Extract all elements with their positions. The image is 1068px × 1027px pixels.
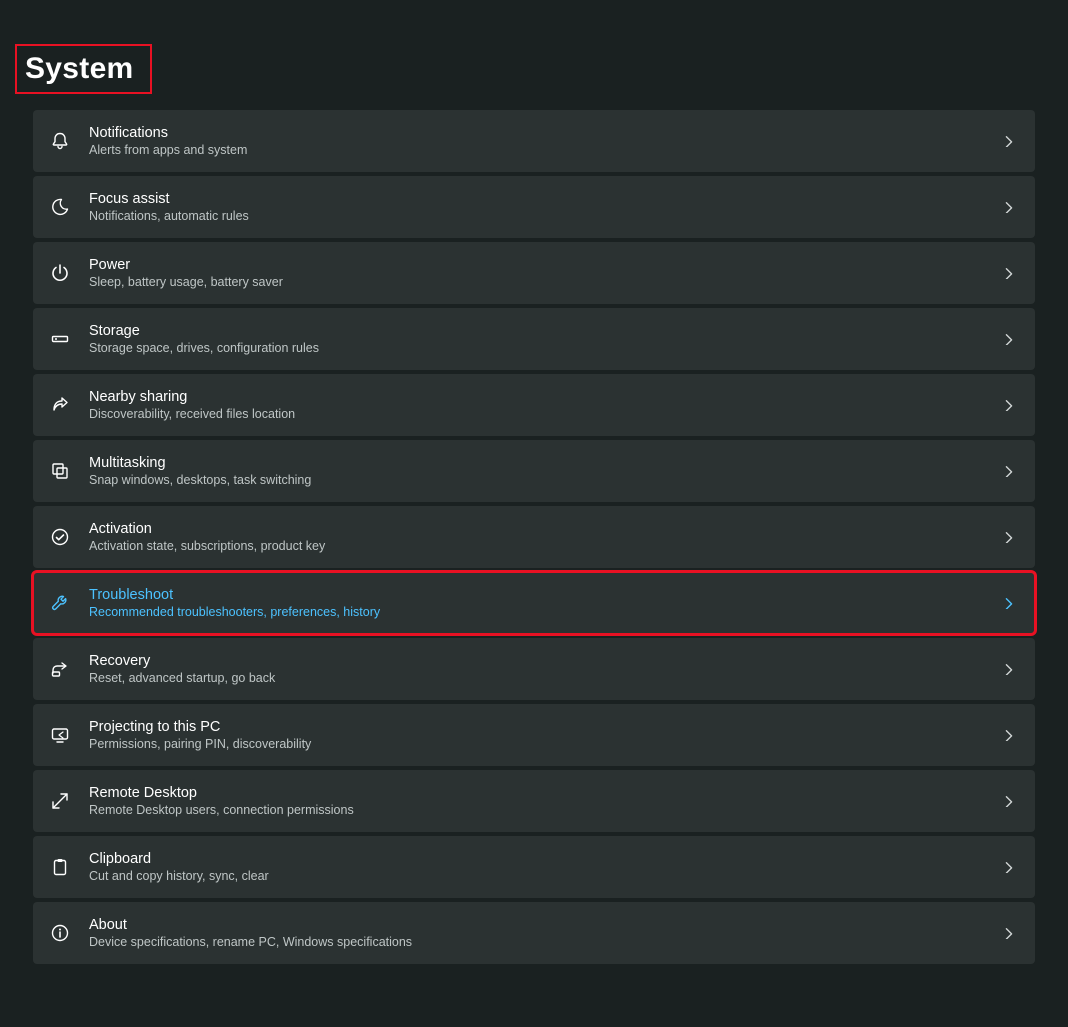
settings-list: Notifications Alerts from apps and system… [33, 110, 1035, 964]
settings-item-title: Remote Desktop [89, 785, 1001, 801]
settings-item-title: Nearby sharing [89, 389, 1001, 405]
settings-item-text: Projecting to this PC Permissions, pairin… [89, 719, 1001, 751]
settings-item-text: Power Sleep, battery usage, battery saver [89, 257, 1001, 289]
chevron-right-icon [1001, 859, 1017, 875]
settings-item-subtitle: Reset, advanced startup, go back [89, 671, 1001, 685]
chevron-right-icon [1001, 727, 1017, 743]
recovery-icon [49, 658, 71, 680]
settings-item-subtitle: Recommended troubleshooters, preferences… [89, 605, 1001, 619]
page-title: System [25, 52, 134, 86]
settings-item-text: Activation Activation state, subscription… [89, 521, 1001, 553]
remote-icon [49, 790, 71, 812]
settings-item-focus-assist[interactable]: Focus assist Notifications, automatic rul… [33, 176, 1035, 238]
settings-item-activation[interactable]: Activation Activation state, subscription… [33, 506, 1035, 568]
settings-item-subtitle: Remote Desktop users, connection permiss… [89, 803, 1001, 817]
settings-item-title: Projecting to this PC [89, 719, 1001, 735]
check-circle-icon [49, 526, 71, 548]
settings-item-notifications[interactable]: Notifications Alerts from apps and system [33, 110, 1035, 172]
settings-item-subtitle: Permissions, pairing PIN, discoverabilit… [89, 737, 1001, 751]
settings-item-subtitle: Snap windows, desktops, task switching [89, 473, 1001, 487]
settings-item-text: Notifications Alerts from apps and system [89, 125, 1001, 157]
settings-item-subtitle: Activation state, subscriptions, product… [89, 539, 1001, 553]
settings-item-text: Nearby sharing Discoverability, received … [89, 389, 1001, 421]
settings-item-subtitle: Cut and copy history, sync, clear [89, 869, 1001, 883]
settings-item-subtitle: Storage space, drives, configuration rul… [89, 341, 1001, 355]
share-icon [49, 394, 71, 416]
info-icon [49, 922, 71, 944]
chevron-right-icon [1001, 133, 1017, 149]
settings-item-title: Multitasking [89, 455, 1001, 471]
settings-item-title: About [89, 917, 1001, 933]
windows-icon [49, 460, 71, 482]
settings-item-storage[interactable]: Storage Storage space, drives, configurat… [33, 308, 1035, 370]
settings-item-troubleshoot[interactable]: Troubleshoot Recommended troubleshooters,… [33, 572, 1035, 634]
page-title-highlight: System [15, 44, 152, 94]
chevron-right-icon [1001, 529, 1017, 545]
settings-item-remote-desktop[interactable]: Remote Desktop Remote Desktop users, conn… [33, 770, 1035, 832]
chevron-right-icon [1001, 925, 1017, 941]
wrench-icon [49, 592, 71, 614]
settings-item-title: Recovery [89, 653, 1001, 669]
chevron-right-icon [1001, 265, 1017, 281]
settings-item-subtitle: Notifications, automatic rules [89, 209, 1001, 223]
settings-item-subtitle: Discoverability, received files location [89, 407, 1001, 421]
settings-item-text: Multitasking Snap windows, desktops, task… [89, 455, 1001, 487]
settings-item-title: Power [89, 257, 1001, 273]
chevron-right-icon [1001, 397, 1017, 413]
chevron-right-icon [1001, 463, 1017, 479]
page-header: System [33, 0, 1035, 110]
settings-item-subtitle: Alerts from apps and system [89, 143, 1001, 157]
power-icon [49, 262, 71, 284]
settings-item-text: Recovery Reset, advanced startup, go back [89, 653, 1001, 685]
chevron-right-icon [1001, 199, 1017, 215]
settings-item-title: Notifications [89, 125, 1001, 141]
settings-item-clipboard[interactable]: Clipboard Cut and copy history, sync, cle… [33, 836, 1035, 898]
settings-item-text: Clipboard Cut and copy history, sync, cle… [89, 851, 1001, 883]
settings-item-subtitle: Sleep, battery usage, battery saver [89, 275, 1001, 289]
chevron-right-icon [1001, 595, 1017, 611]
settings-item-subtitle: Device specifications, rename PC, Window… [89, 935, 1001, 949]
project-icon [49, 724, 71, 746]
chevron-right-icon [1001, 661, 1017, 677]
drive-icon [49, 328, 71, 350]
chevron-right-icon [1001, 793, 1017, 809]
settings-item-recovery[interactable]: Recovery Reset, advanced startup, go back [33, 638, 1035, 700]
settings-item-projecting[interactable]: Projecting to this PC Permissions, pairin… [33, 704, 1035, 766]
settings-item-text: About Device specifications, rename PC, W… [89, 917, 1001, 949]
clipboard-icon [49, 856, 71, 878]
settings-item-title: Storage [89, 323, 1001, 339]
chevron-right-icon [1001, 331, 1017, 347]
settings-item-about[interactable]: About Device specifications, rename PC, W… [33, 902, 1035, 964]
settings-item-title: Activation [89, 521, 1001, 537]
settings-item-title: Focus assist [89, 191, 1001, 207]
settings-item-text: Storage Storage space, drives, configurat… [89, 323, 1001, 355]
settings-item-text: Remote Desktop Remote Desktop users, conn… [89, 785, 1001, 817]
moon-icon [49, 196, 71, 218]
settings-item-power[interactable]: Power Sleep, battery usage, battery saver [33, 242, 1035, 304]
settings-item-title: Troubleshoot [89, 587, 1001, 603]
settings-item-multitasking[interactable]: Multitasking Snap windows, desktops, task… [33, 440, 1035, 502]
settings-item-nearby-sharing[interactable]: Nearby sharing Discoverability, received … [33, 374, 1035, 436]
bell-icon [49, 130, 71, 152]
settings-item-text: Troubleshoot Recommended troubleshooters,… [89, 587, 1001, 619]
settings-item-title: Clipboard [89, 851, 1001, 867]
settings-item-text: Focus assist Notifications, automatic rul… [89, 191, 1001, 223]
